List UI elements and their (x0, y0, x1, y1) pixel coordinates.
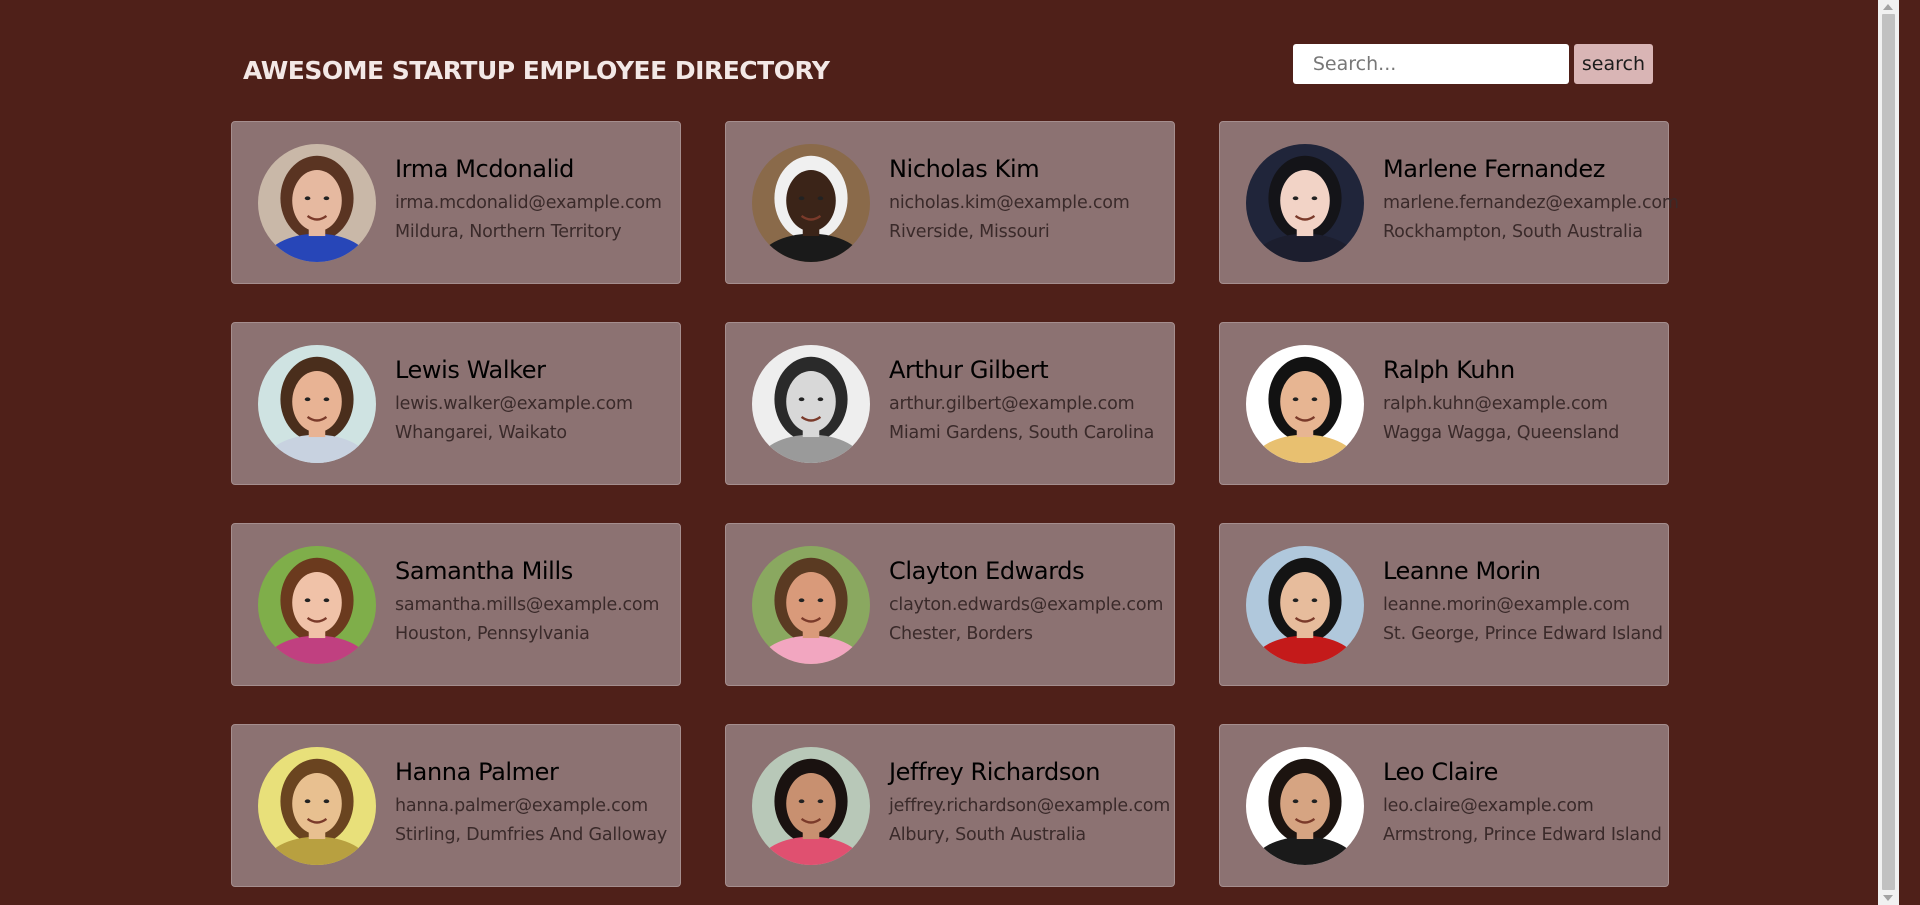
employee-email: leanne.morin@example.com (1383, 594, 1630, 615)
employee-name: Marlene Fernandez (1383, 154, 1605, 183)
employee-info: Marlene Fernandez marlene.fernandez@examp… (1383, 155, 1679, 247)
employee-email: lewis.walker@example.com (395, 393, 633, 414)
page-title: AWESOME STARTUP EMPLOYEE DIRECTORY (243, 56, 830, 85)
employee-email: nicholas.kim@example.com (889, 192, 1130, 213)
employee-info: Clayton Edwards clayton.edwards@example.c… (889, 557, 1163, 649)
vertical-scrollbar[interactable] (1878, 0, 1899, 905)
employee-info: Ralph Kuhn ralph.kuhn@example.com Wagga Wa… (1383, 356, 1619, 448)
avatar (258, 545, 376, 664)
employee-card[interactable]: Leo Claire leo.claire@example.com Armstron… (1219, 724, 1669, 887)
scroll-up-arrow-icon[interactable] (1883, 4, 1893, 10)
search-button[interactable]: search (1573, 44, 1653, 84)
employee-name: Lewis Walker (395, 355, 546, 384)
employee-card[interactable]: Arthur Gilbert arthur.gilbert@example.com… (725, 322, 1175, 485)
employee-email: samantha.mills@example.com (395, 594, 660, 615)
employee-location: Rockhampton, South Australia (1383, 221, 1643, 242)
employee-info: Arthur Gilbert arthur.gilbert@example.com… (889, 356, 1154, 448)
employee-email: jeffrey.richardson@example.com (889, 795, 1171, 816)
employee-name: Clayton Edwards (889, 556, 1085, 585)
avatar (258, 344, 376, 463)
directory-page: AWESOME STARTUP EMPLOYEE DIRECTORY searc… (0, 0, 1899, 905)
profile-photo (752, 545, 870, 664)
employee-info: Lewis Walker lewis.walker@example.com Whan… (395, 356, 633, 448)
profile-photo (1246, 344, 1364, 463)
employee-name: Irma Mcdonalid (395, 154, 574, 183)
employee-location: Houston, Pennsylvania (395, 623, 590, 644)
search-input[interactable] (1292, 44, 1569, 84)
header: AWESOME STARTUP EMPLOYEE DIRECTORY searc… (231, 40, 1667, 100)
employee-email: ralph.kuhn@example.com (1383, 393, 1608, 414)
avatar (752, 344, 870, 463)
employee-info: Leanne Morin leanne.morin@example.com St. … (1383, 557, 1663, 649)
employee-info: Irma Mcdonalid irma.mcdonalid@example.com… (395, 155, 662, 247)
employee-info: Jeffrey Richardson jeffrey.richardson@exa… (889, 758, 1170, 850)
profile-photo (258, 143, 376, 262)
employee-card[interactable]: Irma Mcdonalid irma.mcdonalid@example.com… (231, 121, 681, 284)
employee-card[interactable]: Marlene Fernandez marlene.fernandez@examp… (1219, 121, 1679, 284)
employee-name: Leo Claire (1383, 757, 1498, 786)
employee-email: clayton.edwards@example.com (889, 594, 1164, 615)
profile-photo (1246, 545, 1364, 664)
profile-photo (1246, 746, 1364, 865)
employee-gallery: Irma Mcdonalid irma.mcdonalid@example.com… (231, 121, 1679, 887)
search-form: search (1292, 44, 1653, 84)
profile-photo (258, 746, 376, 865)
avatar (1246, 344, 1364, 463)
employee-card[interactable]: Ralph Kuhn ralph.kuhn@example.com Wagga Wa… (1219, 322, 1669, 485)
employee-location: Chester, Borders (889, 623, 1033, 644)
employee-card[interactable]: Lewis Walker lewis.walker@example.com Whan… (231, 322, 681, 485)
employee-email: irma.mcdonalid@example.com (395, 192, 662, 213)
employee-location: Stirling, Dumfries And Galloway (395, 824, 667, 845)
employee-name: Samantha Mills (395, 556, 573, 585)
profile-photo (752, 143, 870, 262)
employee-location: Armstrong, Prince Edward Island (1383, 824, 1662, 845)
employee-email: arthur.gilbert@example.com (889, 393, 1135, 414)
profile-photo (1246, 143, 1364, 262)
employee-card[interactable]: Samantha Mills samantha.mills@example.com… (231, 523, 681, 686)
profile-photo (752, 344, 870, 463)
employee-location: Wagga Wagga, Queensland (1383, 422, 1620, 443)
avatar (752, 545, 870, 664)
avatar (752, 143, 870, 262)
employee-card[interactable]: Nicholas Kim nicholas.kim@example.com Rive… (725, 121, 1175, 284)
profile-photo (752, 746, 870, 865)
profile-photo (258, 344, 376, 463)
employee-card[interactable]: Hanna Palmer hanna.palmer@example.com Stir… (231, 724, 681, 887)
employee-email: hanna.palmer@example.com (395, 795, 648, 816)
profile-photo (258, 545, 376, 664)
avatar (1246, 746, 1364, 865)
employee-card[interactable]: Leanne Morin leanne.morin@example.com St. … (1219, 523, 1669, 686)
avatar (1246, 143, 1364, 262)
employee-location: Miami Gardens, South Carolina (889, 422, 1155, 443)
employee-name: Nicholas Kim (889, 154, 1040, 183)
employee-email: leo.claire@example.com (1383, 795, 1594, 816)
employee-location: St. George, Prince Edward Island (1383, 623, 1663, 644)
scrollbar-thumb[interactable] (1882, 14, 1895, 890)
employee-card[interactable]: Clayton Edwards clayton.edwards@example.c… (725, 523, 1175, 686)
employee-name: Jeffrey Richardson (889, 757, 1101, 786)
avatar (258, 143, 376, 262)
avatar (258, 746, 376, 865)
employee-email: marlene.fernandez@example.com (1383, 192, 1679, 213)
avatar (752, 746, 870, 865)
avatar (1246, 545, 1364, 664)
employee-name: Hanna Palmer (395, 757, 559, 786)
employee-name: Leanne Morin (1383, 556, 1541, 585)
employee-name: Ralph Kuhn (1383, 355, 1515, 384)
employee-info: Leo Claire leo.claire@example.com Armstron… (1383, 758, 1662, 850)
employee-info: Nicholas Kim nicholas.kim@example.com Rive… (889, 155, 1130, 247)
employee-location: Riverside, Missouri (889, 221, 1050, 242)
employee-name: Arthur Gilbert (889, 355, 1049, 384)
employee-location: Mildura, Northern Territory (395, 221, 622, 242)
employee-location: Albury, South Australia (889, 824, 1086, 845)
employee-info: Hanna Palmer hanna.palmer@example.com Stir… (395, 758, 667, 850)
employee-info: Samantha Mills samantha.mills@example.com… (395, 557, 659, 649)
employee-card[interactable]: Jeffrey Richardson jeffrey.richardson@exa… (725, 724, 1175, 887)
employee-location: Whangarei, Waikato (395, 422, 567, 443)
scroll-down-arrow-icon[interactable] (1883, 895, 1893, 901)
